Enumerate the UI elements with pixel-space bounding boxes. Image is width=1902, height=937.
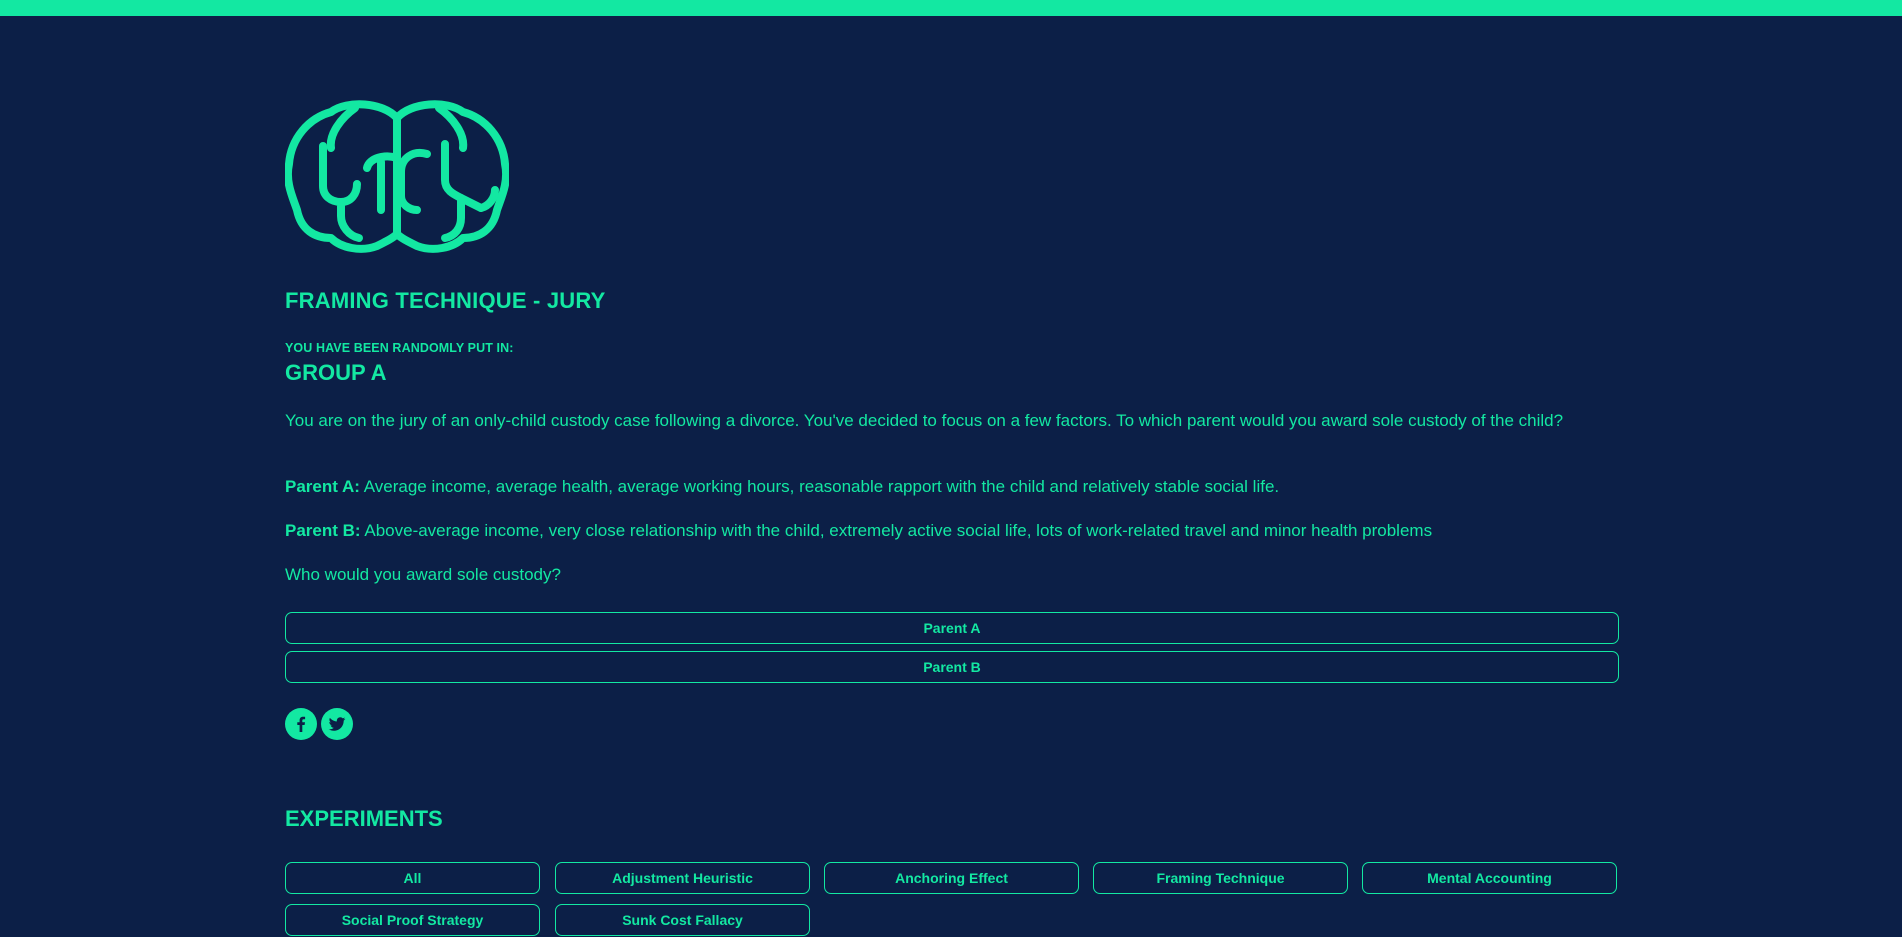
twitter-icon — [328, 717, 346, 731]
filter-all-button[interactable]: All — [285, 862, 540, 894]
top-accent-bar — [0, 0, 1902, 16]
twitter-share-button[interactable] — [321, 708, 353, 740]
parent-a-label: Parent A: — [285, 477, 360, 496]
answer-parent-a-button[interactable]: Parent A — [285, 612, 1619, 644]
filter-sunk-cost-fallacy-button[interactable]: Sunk Cost Fallacy — [555, 904, 810, 936]
filter-anchoring-effect-button[interactable]: Anchoring Effect — [824, 862, 1079, 894]
group-intro-label: YOU HAVE BEEN RANDOMLY PUT IN: — [285, 341, 514, 355]
parent-a-description: Parent A: Average income, average health… — [285, 476, 1619, 498]
parent-a-text: Average income, average health, average … — [359, 477, 1280, 496]
facebook-share-button[interactable] — [285, 708, 317, 740]
filter-adjustment-heuristic-button[interactable]: Adjustment Heuristic — [555, 862, 810, 894]
filter-mental-accounting-button[interactable]: Mental Accounting — [1362, 862, 1617, 894]
question-intro: You are on the jury of an only-child cus… — [285, 411, 1564, 430]
group-name: GROUP A — [285, 360, 387, 385]
parent-b-description: Parent B: Above-average income, very clo… — [285, 520, 1619, 542]
parent-b-label: Parent B: — [285, 521, 361, 540]
facebook-icon — [297, 716, 306, 732]
page-title: FRAMING TECHNIQUE - JURY — [285, 288, 606, 313]
experiments-title: EXPERIMENTS — [285, 806, 443, 831]
brain-icon[interactable] — [285, 98, 509, 254]
question-prompt: Who would you award sole custody? — [285, 565, 561, 584]
filter-social-proof-strategy-button[interactable]: Social Proof Strategy — [285, 904, 540, 936]
answer-parent-b-button[interactable]: Parent B — [285, 651, 1619, 683]
filter-framing-technique-button[interactable]: Framing Technique — [1093, 862, 1348, 894]
parent-b-text: Above-average income, very close relatio… — [360, 521, 1433, 540]
